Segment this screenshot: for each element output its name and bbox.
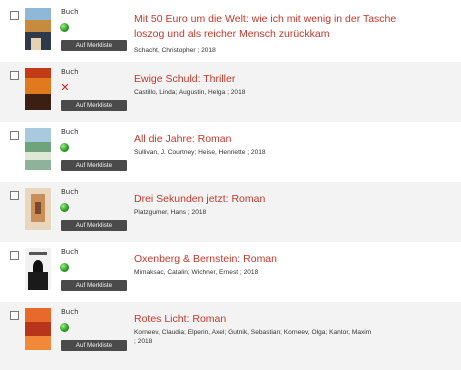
select-checkbox[interactable] (10, 131, 19, 140)
result-row: Buch Auf Merkliste Oxenberg & Bernstein:… (0, 242, 461, 302)
select-checkbox[interactable] (10, 251, 19, 260)
title-line: All die Jahre: Roman (134, 133, 232, 145)
result-row: Buch Auf Merkliste Drei Sekunden jetzt: … (0, 182, 461, 242)
title-line: Ewige Schuld: Thriller (134, 73, 236, 85)
title-link[interactable]: Rotes Licht: Roman (134, 312, 459, 327)
title-line: Drei Sekunden jetzt: Roman (134, 193, 266, 205)
media-type-label: Buch (61, 308, 79, 316)
media-type-label: Buch (61, 248, 79, 256)
available-status-icon (60, 263, 69, 272)
result-row: Buch Auf Merkliste All die Jahre: Roman … (0, 122, 461, 182)
title-link[interactable]: Oxenberg & Bernstein: Roman (134, 252, 459, 267)
author-line: Sullivan, J. Courtney; Heise, Henriette … (134, 149, 266, 156)
add-to-memo-button[interactable]: Auf Merkliste (61, 100, 127, 111)
add-to-memo-button[interactable]: Auf Merkliste (61, 40, 127, 51)
add-to-memo-button[interactable]: Auf Merkliste (61, 220, 127, 231)
select-checkbox[interactable] (10, 11, 19, 20)
author-line: Mimaksac, Catalin; Wichner, Ernest ; 201… (134, 269, 259, 276)
book-cover-image[interactable] (25, 248, 51, 290)
media-type-label: Buch (61, 188, 79, 196)
title-line: Oxenberg & Bernstein: Roman (134, 253, 277, 265)
author-line: ; 2018 (134, 338, 153, 345)
title-link[interactable]: Ewige Schuld: Thriller (134, 72, 459, 87)
title-line: Mit 50 Euro um die Welt: wie ich mit wen… (134, 13, 397, 25)
select-checkbox[interactable] (10, 311, 19, 320)
result-row: Buch ✕ Auf Merkliste Ewige Schuld: Thril… (0, 62, 461, 122)
result-row: Buch Auf Merkliste Mit 50 Euro um die We… (0, 2, 461, 62)
author-line: Castillo, Linda; Augustin, Helga ; 2018 (134, 89, 246, 96)
title-link[interactable]: All die Jahre: Roman (134, 132, 459, 147)
title-line: loszog und als reicher Mensch zurückkam (134, 28, 330, 40)
title-link[interactable]: Drei Sekunden jetzt: Roman (134, 192, 459, 207)
select-checkbox[interactable] (10, 71, 19, 80)
media-type-label: Buch (61, 128, 79, 136)
book-cover-image[interactable] (25, 8, 51, 50)
author-line: Schacht, Christopher ; 2018 (134, 47, 216, 54)
title-link[interactable]: Mit 50 Euro um die Welt: wie ich mit wen… (134, 12, 459, 42)
author-line: Platzgumer, Hans ; 2018 (134, 209, 207, 216)
add-to-memo-button[interactable]: Auf Merkliste (61, 340, 127, 351)
author-line: Korneev, Claudia; Elperin, Axel; Gutnik,… (134, 329, 372, 336)
book-cover-image[interactable] (25, 308, 51, 350)
available-status-icon (60, 203, 69, 212)
available-status-icon (60, 23, 69, 32)
add-to-memo-button[interactable]: Auf Merkliste (61, 280, 127, 291)
result-row: Buch Auf Merkliste Rotes Licht: Roman Ko… (0, 302, 461, 370)
unavailable-status-icon: ✕ (60, 81, 70, 94)
add-to-memo-button[interactable]: Auf Merkliste (61, 160, 127, 171)
title-line: Rotes Licht: Roman (134, 313, 227, 325)
available-status-icon (60, 323, 69, 332)
media-type-label: Buch (61, 8, 79, 16)
book-cover-image[interactable] (25, 68, 51, 110)
book-cover-image[interactable] (25, 128, 51, 170)
select-checkbox[interactable] (10, 191, 19, 200)
available-status-icon (60, 143, 69, 152)
book-cover-image[interactable] (25, 188, 51, 230)
media-type-label: Buch (61, 68, 79, 76)
